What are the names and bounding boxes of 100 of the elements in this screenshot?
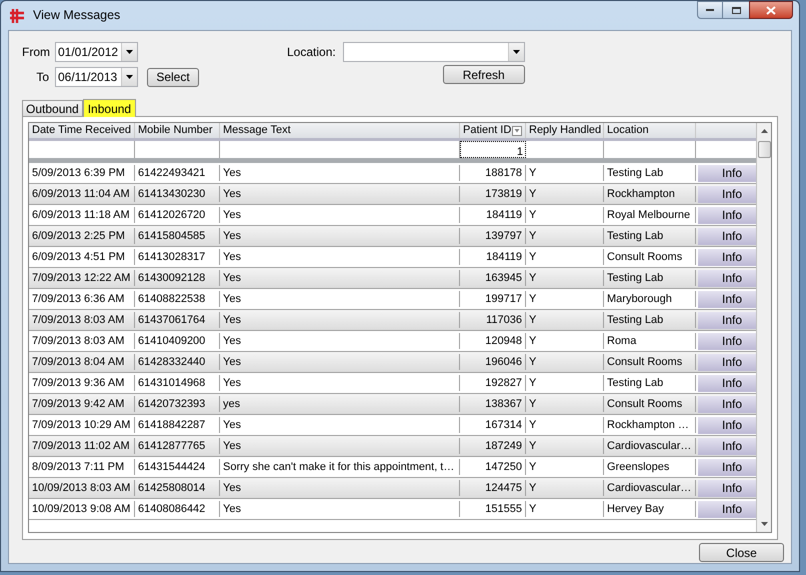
app-logo-icon — [9, 8, 25, 24]
table-cell: Y — [526, 228, 604, 244]
table-cell: 61428332440 — [135, 354, 220, 370]
table-cell: 6/09/2013 2:25 PM — [29, 228, 135, 244]
table-cell: Rockhampton … — [604, 416, 696, 434]
table-cell: Consult Rooms — [604, 354, 696, 370]
table-cell: Y — [526, 480, 604, 496]
select-button[interactable]: Select — [147, 68, 199, 86]
column-header[interactable]: Date Time Received — [29, 123, 135, 138]
table-cell: 184119 — [460, 206, 526, 224]
table-cell: 139797 — [460, 228, 526, 244]
table-cell: Testing Lab — [604, 312, 696, 328]
table-cell: 163945 — [460, 270, 526, 286]
column-header[interactable]: Location — [604, 123, 696, 138]
info-button[interactable]: Info — [698, 248, 756, 266]
dropdown-button[interactable] — [508, 43, 524, 61]
column-header[interactable]: Message Text — [220, 123, 460, 138]
info-button[interactable]: Info — [698, 438, 756, 454]
info-button[interactable]: Info — [698, 500, 756, 518]
table-cell: Royal Melbourne — [604, 206, 696, 224]
table-cell: Y — [526, 500, 604, 518]
table-cell: Yes — [220, 416, 460, 434]
table-cell: Yes — [220, 164, 460, 182]
window-title: View Messages — [33, 7, 120, 24]
table-cell: 7/09/2013 8:04 AM — [29, 354, 135, 370]
tab[interactable]: Inbound — [82, 99, 136, 117]
table-cell: Hervey Bay — [604, 500, 696, 518]
table-cell: Maryborough — [604, 290, 696, 308]
table-cell: 61430092128 — [135, 270, 220, 286]
location-field[interactable] — [342, 42, 525, 62]
info-button[interactable]: Info — [698, 228, 756, 244]
info-button[interactable]: Info — [698, 458, 756, 476]
tab[interactable]: Outbound — [22, 100, 83, 116]
table-cell: Consult Rooms — [604, 396, 696, 412]
table-cell: 8/09/2013 7:11 PM — [29, 458, 135, 476]
info-button[interactable]: Info — [698, 416, 756, 434]
dropdown-button[interactable] — [121, 43, 137, 61]
column-header[interactable]: Patient ID — [460, 123, 526, 138]
table-cell: 61431014968 — [135, 374, 220, 392]
info-button[interactable]: Info — [698, 186, 756, 202]
table-cell: Y — [526, 396, 604, 412]
table-cell: Y — [526, 248, 604, 266]
scroll-thumb[interactable] — [758, 141, 771, 158]
dropdown-arrow-icon — [126, 75, 133, 79]
table-cell: Yes — [220, 480, 460, 496]
close-window-button[interactable] — [749, 1, 793, 19]
table-cell: 167314 — [460, 416, 526, 434]
filter-icon[interactable] — [512, 126, 522, 136]
from-date-field[interactable]: 01/01/2012 — [55, 42, 138, 62]
to-date-field[interactable]: 06/11/2013 — [55, 67, 138, 87]
column-header[interactable]: Mobile Number — [135, 123, 220, 138]
minimize-button[interactable] — [697, 1, 723, 19]
dropdown-button[interactable] — [121, 68, 137, 86]
table-cell: Consult Rooms — [604, 248, 696, 266]
table-cell: 184119 — [460, 248, 526, 266]
table-cell: Yes — [220, 312, 460, 328]
table-cell: 61422493421 — [135, 164, 220, 182]
table-cell: 196046 — [460, 354, 526, 370]
table-cell: 61413028317 — [135, 248, 220, 266]
table-cell: Yes — [220, 206, 460, 224]
info-button[interactable]: Info — [698, 270, 756, 286]
filter-field[interactable]: 1 — [460, 141, 526, 158]
table-cell: Yes — [220, 228, 460, 244]
table-cell: Y — [526, 438, 604, 454]
from-label: From — [22, 44, 51, 61]
table-cell: 7/09/2013 11:02 AM — [29, 438, 135, 454]
table-cell: Yes — [220, 500, 460, 518]
table-cell: 6/09/2013 11:04 AM — [29, 186, 135, 202]
close-button[interactable]: Close — [699, 543, 784, 562]
table-cell: 6/09/2013 11:18 AM — [29, 206, 135, 224]
table-cell: Yes — [220, 186, 460, 202]
info-button[interactable]: Info — [698, 332, 756, 350]
scroll-up-arrow-icon[interactable] — [760, 129, 768, 133]
table-cell: 7/09/2013 8:03 AM — [29, 332, 135, 350]
refresh-button[interactable]: Refresh — [442, 65, 525, 84]
table-cell: Testing Lab — [604, 374, 696, 392]
info-button[interactable]: Info — [698, 480, 756, 496]
table-cell: Cardiovascular… — [604, 480, 696, 496]
table-cell: 61408822538 — [135, 290, 220, 308]
info-button[interactable]: Info — [698, 312, 756, 328]
maximize-button[interactable] — [723, 1, 749, 19]
info-button[interactable]: Info — [698, 290, 756, 308]
close-icon — [766, 6, 776, 14]
table-cell: Yes — [220, 332, 460, 350]
info-button[interactable]: Info — [698, 354, 756, 370]
dropdown-arrow-icon — [512, 50, 520, 54]
table-cell: 138367 — [460, 396, 526, 412]
table-cell: Yes — [220, 248, 460, 266]
table-cell: 192827 — [460, 374, 526, 392]
table-cell: 6/09/2013 4:51 PM — [29, 248, 135, 266]
scrollbar[interactable] — [756, 123, 771, 532]
table-cell: 61415804585 — [135, 228, 220, 244]
column-header[interactable]: Reply Handled — [526, 123, 604, 138]
info-button[interactable]: Info — [698, 164, 756, 182]
table-cell: 61437061764 — [135, 312, 220, 328]
info-button[interactable]: Info — [698, 396, 756, 412]
info-button[interactable]: Info — [698, 374, 756, 392]
scroll-down-arrow-icon[interactable] — [760, 522, 768, 526]
info-button[interactable]: Info — [698, 206, 756, 224]
table-cell: 117036 — [460, 312, 526, 328]
